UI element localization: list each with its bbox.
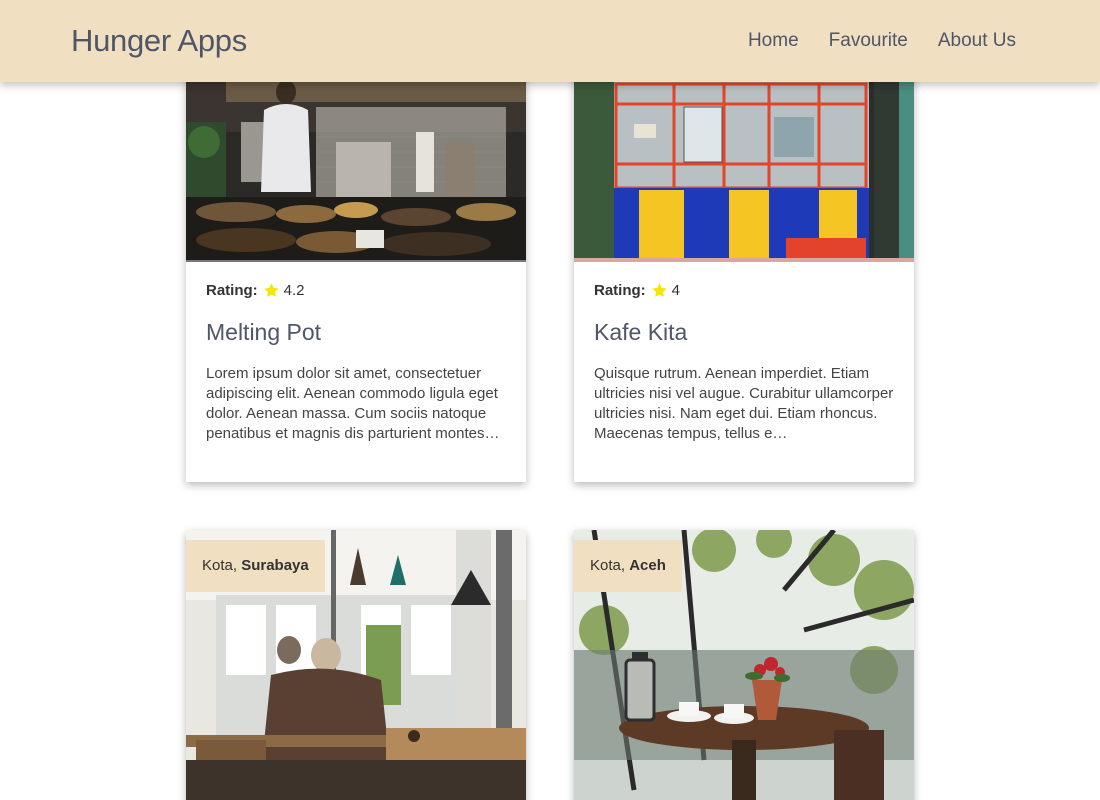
rating-value: 4 <box>671 282 681 299</box>
restaurant-name[interactable]: Kafe Kita <box>594 319 894 346</box>
restaurant-image <box>186 62 526 262</box>
city-prefix: Kota, <box>202 557 242 574</box>
rating-row: Rating: 4 <box>594 282 894 299</box>
restaurant-description: Lorem ipsum dolor sit amet, consectetuer… <box>206 365 500 442</box>
card-body: Rating: 4 Kafe Kita Quisque rutrum. Aene… <box>574 262 914 462</box>
rating-value: 4.2 <box>283 282 305 299</box>
nav-home-link[interactable]: Home <box>748 30 799 52</box>
city-prefix: Kota, <box>590 557 630 574</box>
rating-label: Rating: <box>594 282 646 299</box>
rating-row: Rating: 4.2 <box>206 282 506 299</box>
restaurant-image <box>574 62 914 262</box>
page: Hunger Apps Home Favourite About Us Rati… <box>0 0 1100 800</box>
colorful-storefront-photo <box>574 62 914 262</box>
restaurant-description: Quisque rutrum. Aenean imperdiet. Etiam … <box>594 365 894 442</box>
app-header: Hunger Apps Home Favourite About Us <box>0 0 1100 82</box>
cafe-counter-photo <box>186 62 526 262</box>
main-nav: Home Favourite About Us <box>748 30 1016 52</box>
city-name: Aceh <box>629 557 666 574</box>
star-icon <box>264 283 279 297</box>
card-body: Rating: 4.2 Melting Pot Lorem ipsum dolo… <box>186 262 526 462</box>
city-badge: Kota, Surabaya <box>186 540 325 592</box>
star-icon <box>652 283 667 297</box>
rating-label: Rating: <box>206 282 258 299</box>
city-name: Surabaya <box>241 557 309 574</box>
nav-about-link[interactable]: About Us <box>938 30 1016 52</box>
restaurant-card[interactable]: Rating: 4 Kafe Kita Quisque rutrum. Aene… <box>574 62 914 482</box>
restaurant-card[interactable]: Rating: 4.2 Melting Pot Lorem ipsum dolo… <box>186 62 526 482</box>
restaurant-card[interactable]: Kota, Surabaya <box>186 530 526 800</box>
nav-favourite-link[interactable]: Favourite <box>829 30 908 52</box>
restaurant-card[interactable]: Kota, Aceh <box>574 530 914 800</box>
restaurant-name[interactable]: Melting Pot <box>206 319 506 346</box>
brand-title[interactable]: Hunger Apps <box>71 23 247 59</box>
city-badge: Kota, Aceh <box>574 540 682 592</box>
